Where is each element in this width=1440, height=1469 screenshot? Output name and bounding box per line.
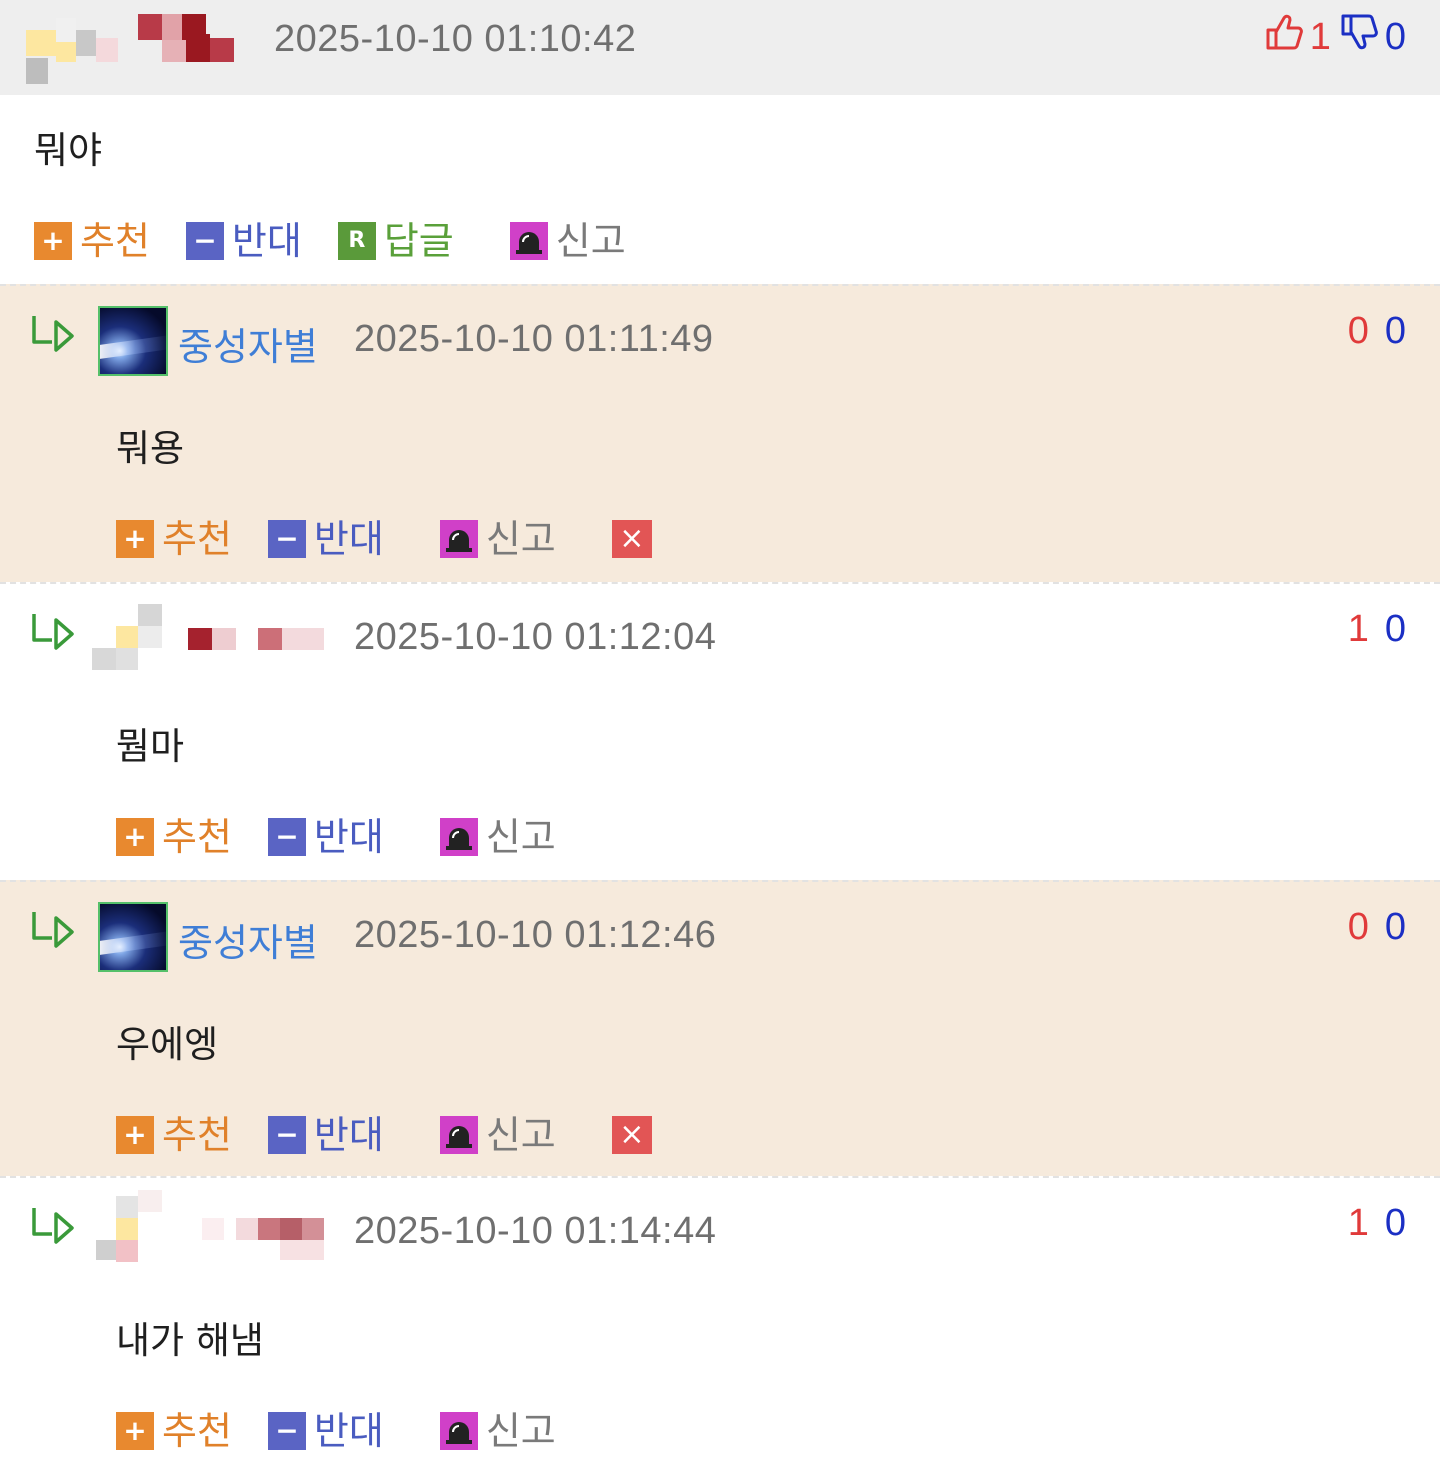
plus-icon: +	[116, 1115, 154, 1154]
recommend-label: 추천	[162, 517, 232, 561]
reply-label: 답글	[383, 219, 454, 263]
author-avatar[interactable]	[92, 1188, 332, 1268]
recommend-button[interactable]: + 추천	[116, 1104, 232, 1159]
reply-arrow-icon	[32, 912, 74, 948]
report-label: 신고	[485, 1409, 556, 1453]
recommend-button[interactable]: + 추천	[34, 210, 150, 265]
comment-thread: 2025-10-10 01:10:42 1 0 뭐야 + 추천 − 반대 R 답…	[0, 0, 1440, 1469]
reply-timestamp: 2025-10-10 01:11:49	[354, 318, 714, 360]
main-down-count: 0	[1384, 15, 1406, 58]
reply-vote-counts: 10	[1348, 1202, 1406, 1245]
reply-actions: + 추천 − 반대 신고	[116, 1400, 592, 1455]
up-count: 1	[1347, 1202, 1369, 1244]
down-count: 0	[1384, 1202, 1406, 1244]
reply-text: 뭠마	[116, 725, 185, 768]
reply-timestamp: 2025-10-10 01:12:04	[354, 616, 717, 658]
report-label: 신고	[555, 219, 626, 263]
down-count: 0	[1384, 608, 1406, 650]
minus-icon: −	[267, 519, 306, 558]
report-button[interactable]: 신고	[439, 1400, 556, 1455]
thumbs-down-icon[interactable]	[1339, 12, 1381, 62]
author-name[interactable]: 중성자별	[178, 316, 318, 371]
thumbs-up-icon[interactable]	[1264, 12, 1306, 62]
recommend-label: 추천	[80, 219, 150, 263]
oppose-label: 반대	[313, 1409, 384, 1453]
oppose-label: 반대	[231, 219, 302, 263]
reply-r-icon: R	[337, 221, 376, 260]
reply-text: 우에엥	[116, 1023, 219, 1066]
siren-icon	[439, 1411, 478, 1450]
report-button[interactable]: 신고	[439, 806, 556, 861]
author-avatar[interactable]	[98, 306, 168, 376]
main-timestamp: 2025-10-10 01:10:42	[274, 18, 637, 60]
oppose-button[interactable]: − 반대	[267, 508, 384, 563]
reply-item: 2025-10-10 01:14:44 10 내가 해냄 + 추천 − 반대 신…	[0, 1176, 1440, 1469]
recommend-button[interactable]: + 추천	[116, 508, 232, 563]
reply-arrow-icon	[32, 316, 74, 352]
oppose-button[interactable]: − 반대	[267, 806, 384, 861]
minus-icon: −	[267, 817, 306, 856]
recommend-label: 추천	[162, 1409, 232, 1453]
author-name[interactable]: 중성자별	[178, 912, 318, 967]
reply-button[interactable]: R 답글	[337, 210, 454, 265]
recommend-label: 추천	[162, 815, 232, 859]
reply-actions: + 추천 − 반대 신고 ×	[116, 508, 652, 563]
report-button[interactable]: 신고	[439, 508, 556, 563]
reply-actions: + 추천 − 반대 신고	[116, 806, 592, 861]
reply-vote-counts: 00	[1348, 906, 1406, 949]
main-vote-counts: 1 0	[1264, 12, 1406, 62]
up-count: 0	[1347, 906, 1369, 948]
reply-timestamp: 2025-10-10 01:14:44	[354, 1210, 717, 1252]
siren-icon	[439, 817, 478, 856]
plus-icon: +	[116, 1411, 154, 1450]
reply-text: 내가 해냄	[116, 1319, 264, 1362]
main-author-avatar[interactable]	[22, 8, 237, 88]
reply-item: 중성자별 2025-10-10 01:12:46 00 우에엥 + 추천 − 반…	[0, 880, 1440, 1176]
oppose-label: 반대	[313, 517, 384, 561]
recommend-button[interactable]: + 추천	[116, 806, 232, 861]
recommend-label: 추천	[162, 1113, 232, 1157]
main-comment-header: 2025-10-10 01:10:42 1 0	[0, 0, 1440, 95]
author-avatar[interactable]	[92, 602, 332, 674]
report-label: 신고	[485, 1113, 556, 1157]
main-comment-text: 뭐야	[34, 129, 103, 172]
reply-text: 뭐용	[116, 427, 185, 470]
siren-icon	[439, 1115, 478, 1154]
oppose-label: 반대	[313, 815, 384, 859]
oppose-label: 반대	[313, 1113, 384, 1157]
up-count: 0	[1347, 310, 1369, 352]
down-count: 0	[1384, 310, 1406, 352]
down-count: 0	[1384, 906, 1406, 948]
report-button[interactable]: 신고	[509, 210, 626, 265]
plus-icon: +	[116, 817, 154, 856]
reply-item: 2025-10-10 01:12:04 10 뭠마 + 추천 − 반대 신고	[0, 582, 1440, 880]
reply-timestamp: 2025-10-10 01:12:46	[354, 914, 717, 956]
main-up-count: 1	[1309, 15, 1331, 58]
delete-button[interactable]: ×	[611, 519, 652, 558]
plus-icon: +	[34, 221, 72, 260]
up-count: 1	[1347, 608, 1369, 650]
reply-arrow-icon	[32, 1208, 74, 1244]
oppose-button[interactable]: − 반대	[267, 1400, 384, 1455]
plus-icon: +	[116, 519, 154, 558]
report-label: 신고	[485, 815, 556, 859]
siren-icon	[439, 519, 478, 558]
main-actions: + 추천 − 반대 R 답글 신고	[34, 210, 662, 265]
reply-item: 중성자별 2025-10-10 01:11:49 00 뭐용 + 추천 − 반대…	[0, 284, 1440, 582]
reply-actions: + 추천 − 반대 신고 ×	[116, 1104, 652, 1159]
reply-arrow-icon	[32, 614, 74, 650]
reply-vote-counts: 10	[1348, 608, 1406, 651]
oppose-button[interactable]: − 반대	[185, 210, 302, 265]
reply-vote-counts: 00	[1348, 310, 1406, 353]
minus-icon: −	[267, 1115, 306, 1154]
recommend-button[interactable]: + 추천	[116, 1400, 232, 1455]
siren-icon	[509, 221, 548, 260]
minus-icon: −	[267, 1411, 306, 1450]
author-avatar[interactable]	[98, 902, 168, 972]
delete-button[interactable]: ×	[611, 1115, 652, 1154]
minus-icon: −	[185, 221, 224, 260]
report-button[interactable]: 신고	[439, 1104, 556, 1159]
oppose-button[interactable]: − 반대	[267, 1104, 384, 1159]
report-label: 신고	[485, 517, 556, 561]
